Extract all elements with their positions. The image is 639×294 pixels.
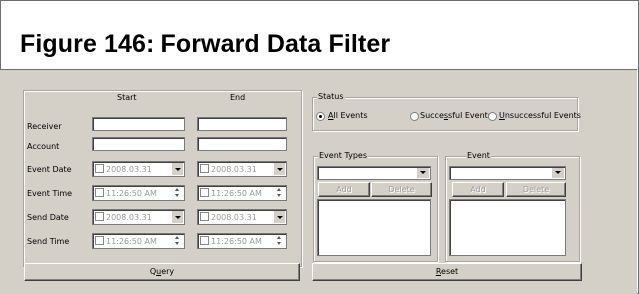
event-date-end-checkbox[interactable] — [200, 164, 209, 173]
receiver-label: Receiver — [27, 122, 62, 131]
column-header-end: End — [230, 93, 246, 102]
event-time-end-checkbox[interactable] — [200, 188, 209, 197]
forward-data-filter-dialog: Start End Receiver Account Event Date 20… — [0, 70, 637, 294]
send-time-label: Send Time — [27, 237, 70, 246]
event-date-start-checkbox[interactable] — [95, 164, 104, 173]
send-date-start-checkbox[interactable] — [95, 212, 104, 221]
account-label: Account — [27, 142, 60, 151]
send-date-end-picker[interactable]: 2008.03.31 — [197, 209, 287, 225]
spin-down-icon — [175, 194, 179, 197]
chevron-down-icon — [420, 171, 426, 174]
event-time-start-checkbox[interactable] — [95, 188, 104, 197]
radio-all-events-label[interactable]: All Events — [328, 111, 368, 121]
send-time-end-checkbox[interactable] — [200, 236, 209, 245]
spin-up-icon — [175, 236, 179, 239]
send-date-end-checkbox[interactable] — [200, 212, 209, 221]
radio-successful-events[interactable] — [410, 112, 419, 121]
event-list[interactable] — [449, 199, 566, 256]
reset-button[interactable]: Reset — [312, 263, 582, 281]
event-date-end-picker[interactable]: 2008.03.31 — [197, 161, 287, 177]
spin-down-icon — [277, 194, 281, 197]
event-date-start-dropdown[interactable] — [172, 163, 183, 175]
send-date-label: Send Date — [27, 213, 69, 222]
column-header-start: Start — [117, 93, 137, 102]
receiver-end-input[interactable] — [197, 117, 287, 131]
send-time-start-spinner[interactable] — [172, 235, 183, 247]
event-combo[interactable] — [449, 166, 566, 180]
send-date-start-value: 2008.03.31 — [106, 213, 152, 222]
event-add-button[interactable]: Add — [452, 182, 504, 197]
send-time-start-checkbox[interactable] — [95, 236, 104, 245]
event-types-combo[interactable] — [317, 166, 431, 180]
status-group-label: Status — [317, 92, 345, 102]
figure-title: Figure 146: Forward Data Filter — [20, 30, 390, 59]
send-time-end-picker[interactable]: 11:26:50 AM — [197, 233, 287, 249]
radio-unsuccessful-events-label[interactable]: Unsuccessful Events — [499, 111, 581, 121]
chevron-down-icon — [555, 171, 561, 174]
figure-title-text: Forward Data Filter — [160, 30, 391, 58]
spin-down-icon — [277, 242, 281, 245]
event-time-end-spinner[interactable] — [274, 187, 285, 199]
figure-label: Figure 146: — [20, 30, 155, 58]
event-dropdown[interactable] — [552, 168, 564, 178]
event-types-list[interactable] — [317, 199, 431, 256]
event-types-dropdown[interactable] — [417, 168, 429, 178]
send-time-start-picker[interactable]: 11:26:50 AM — [92, 233, 185, 249]
radio-all-events[interactable] — [316, 112, 325, 121]
event-time-start-spinner[interactable] — [172, 187, 183, 199]
event-date-end-dropdown[interactable] — [274, 163, 285, 175]
account-start-input[interactable] — [92, 137, 185, 151]
figure-title-bar: Figure 146: Forward Data Filter — [0, 0, 637, 70]
event-time-end-value: 11:26:50 AM — [211, 189, 262, 198]
event-date-start-picker[interactable]: 2008.03.31 — [92, 161, 185, 177]
spin-up-icon — [277, 236, 281, 239]
account-end-input[interactable] — [197, 137, 287, 151]
event-time-start-picker[interactable]: 11:26:50 AM — [92, 185, 185, 201]
event-date-label: Event Date — [27, 165, 72, 174]
event-date-end-value: 2008.03.31 — [211, 165, 257, 174]
send-time-end-value: 11:26:50 AM — [211, 237, 262, 246]
chevron-down-icon — [175, 168, 181, 171]
event-types-delete-button[interactable]: Delete — [371, 182, 432, 197]
spin-down-icon — [175, 242, 179, 245]
event-time-start-value: 11:26:50 AM — [106, 189, 157, 198]
event-time-end-picker[interactable]: 11:26:50 AM — [197, 185, 287, 201]
chevron-down-icon — [175, 216, 181, 219]
send-time-end-spinner[interactable] — [274, 235, 285, 247]
send-date-start-picker[interactable]: 2008.03.31 — [92, 209, 185, 225]
event-time-label: Event Time — [27, 189, 73, 198]
event-date-start-value: 2008.03.31 — [106, 165, 152, 174]
event-types-group-label: Event Types — [318, 151, 369, 161]
radio-unsuccessful-events[interactable] — [488, 112, 497, 121]
chevron-down-icon — [277, 216, 283, 219]
send-date-end-value: 2008.03.31 — [211, 213, 257, 222]
send-time-start-value: 11:26:50 AM — [106, 237, 157, 246]
event-delete-button[interactable]: Delete — [506, 182, 566, 197]
radio-successful-events-label[interactable]: Successful Events — [420, 111, 492, 121]
receiver-start-input[interactable] — [92, 117, 185, 131]
spin-up-icon — [175, 188, 179, 191]
send-date-start-dropdown[interactable] — [172, 211, 183, 223]
send-date-end-dropdown[interactable] — [274, 211, 285, 223]
query-button[interactable]: Query — [24, 263, 300, 281]
chevron-down-icon — [277, 168, 283, 171]
event-group-label: Event — [466, 151, 491, 161]
event-types-add-button[interactable]: Add — [318, 182, 370, 197]
spin-up-icon — [277, 188, 281, 191]
